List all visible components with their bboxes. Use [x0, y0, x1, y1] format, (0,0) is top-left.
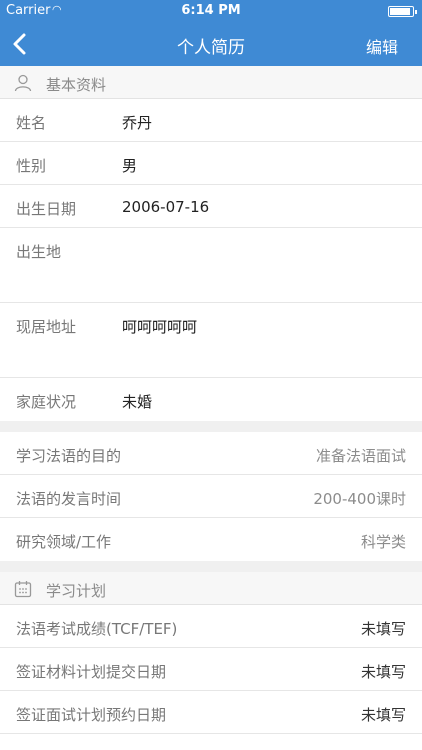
section-header-plan: 学习计划: [0, 572, 422, 605]
value-purpose: 准备法语面试: [315, 447, 406, 465]
row-address: 现居地址 呵呵呵呵呵: [0, 303, 422, 378]
section-title-basic: 基本资料: [46, 76, 107, 94]
value-gender: 男: [122, 157, 138, 175]
label-birthplace: 出生地: [16, 243, 62, 261]
status-time: 6:14 PM: [181, 3, 241, 18]
plan-section: 学习计划 法语考试成绩(TCF/TEF) 未填写 签证材料计划提交日期 未填写 …: [0, 572, 422, 750]
label-exam-score: 法语考试成绩(TCF/TEF): [16, 620, 178, 638]
label-field: 研究领域/工作: [16, 533, 112, 551]
page-title: 个人简历: [177, 38, 245, 58]
row-exam-score: 法语考试成绩(TCF/TEF) 未填写: [0, 605, 422, 648]
label-purpose: 学习法语的目的: [16, 447, 122, 465]
row-name: 姓名 乔丹: [0, 99, 422, 142]
label-visa-submit: 签证材料计划提交日期: [16, 663, 167, 681]
label-visa-interview: 签证面试计划预约日期: [16, 706, 167, 724]
section-title-plan: 学习计划: [46, 582, 107, 600]
row-birthdate: 出生日期 2006-07-16: [0, 185, 422, 228]
basic-info-section: 基本资料 姓名 乔丹 性别 男 出生日期 2006-07-16 出生地 现居地址…: [0, 66, 422, 421]
row-hours: 法语的发言时间 200-400课时: [0, 475, 422, 518]
row-birthplace: 出生地: [0, 228, 422, 303]
value-address: 呵呵呵呵呵: [122, 318, 198, 336]
edit-button[interactable]: 编辑: [366, 34, 398, 58]
value-visa-interview: 未填写: [360, 706, 406, 724]
row-visa-submit: 签证材料计划提交日期 未填写: [0, 648, 422, 691]
label-birthdate: 出生日期: [16, 200, 77, 218]
label-address: 现居地址: [16, 318, 77, 336]
nav-bar: 个人简历 编辑: [0, 22, 422, 66]
user-icon: [14, 74, 32, 92]
status-bar: Carrier ◠ 6:14 PM: [0, 0, 422, 22]
value-family: 未婚: [122, 393, 153, 411]
value-birthdate: 2006-07-16: [122, 198, 210, 216]
label-hours: 法语的发言时间: [16, 490, 122, 508]
row-gender: 性别 男: [0, 142, 422, 185]
value-hours: 200-400课时: [313, 490, 406, 508]
value-visa-submit: 未填写: [360, 663, 406, 681]
row-family: 家庭状况 未婚: [0, 378, 422, 421]
value-name: 乔丹: [122, 114, 153, 132]
section-header-basic: 基本资料: [0, 66, 422, 99]
battery-icon: [388, 6, 417, 17]
label-gender: 性别: [16, 157, 47, 175]
calendar-icon: [14, 581, 32, 598]
label-family: 家庭状况: [16, 393, 77, 411]
row-field: 研究领域/工作 科学类: [0, 518, 422, 561]
row-purpose: 学习法语的目的 准备法语面试: [0, 432, 422, 475]
row-visa-interview: 签证面试计划预约日期 未填写: [0, 691, 422, 734]
label-name: 姓名: [16, 114, 47, 132]
value-field: 科学类: [360, 533, 406, 551]
study-section: 学习法语的目的 准备法语面试 法语的发言时间 200-400课时 研究领域/工作…: [0, 432, 422, 561]
value-exam-score: 未填写: [360, 620, 406, 638]
